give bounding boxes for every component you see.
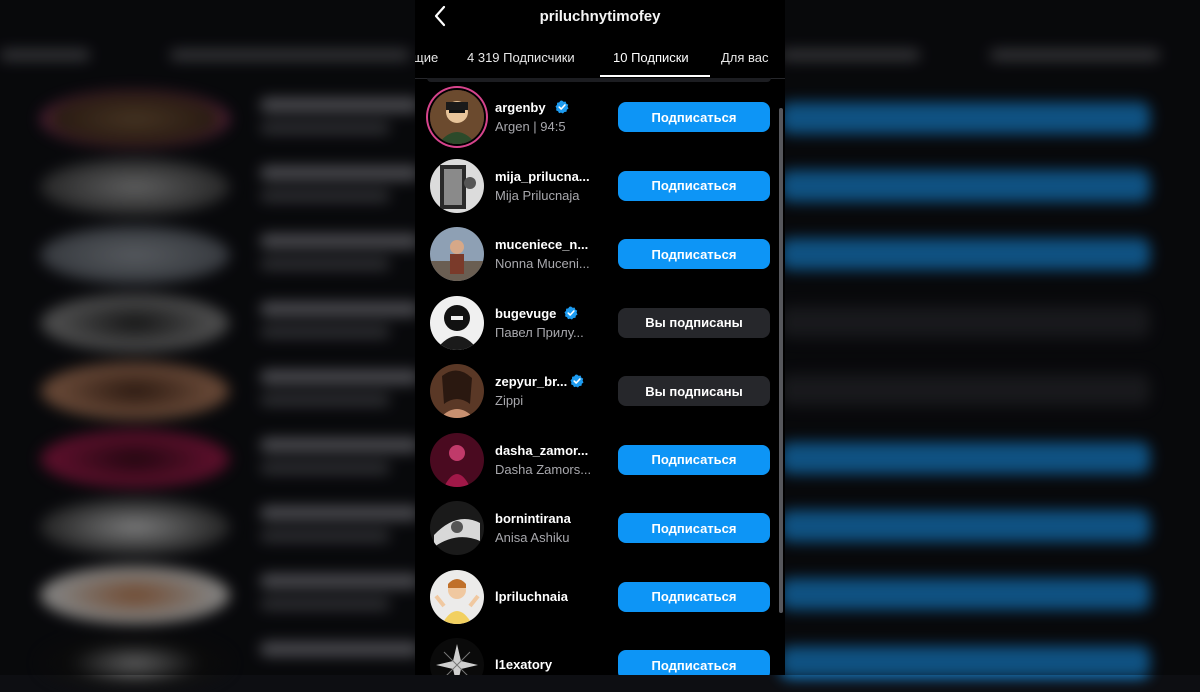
list-item[interactable]: lpriluchnaia Подписаться xyxy=(415,564,785,632)
username-label[interactable]: argenby xyxy=(495,100,546,115)
tab-for-you[interactable]: Для вас xyxy=(721,50,769,65)
follow-button[interactable]: Подписаться xyxy=(618,513,770,543)
follow-button[interactable]: Подписаться xyxy=(618,170,770,201)
following-button[interactable]: Вы подписаны xyxy=(618,376,770,406)
list-item[interactable]: argenby Argen | 94:5 Подписаться xyxy=(415,84,785,152)
username-label[interactable]: mija_prilucna... xyxy=(495,169,590,184)
username-label[interactable]: dasha_zamor... xyxy=(495,443,588,458)
follow-button[interactable]: Подписаться xyxy=(618,581,770,612)
search-bar-edge xyxy=(427,78,771,82)
avatar[interactable] xyxy=(430,295,484,350)
verified-badge-icon xyxy=(570,374,584,388)
left-dim xyxy=(0,0,415,675)
full-name-label: Anisa Ashiku xyxy=(495,530,570,545)
tab-mutual[interactable]: щие xyxy=(415,50,438,65)
right-dim xyxy=(785,0,1200,675)
avatar[interactable] xyxy=(430,432,484,487)
full-name-label: Nonna Muceni... xyxy=(495,256,590,271)
follow-button[interactable]: Подписаться xyxy=(618,444,770,475)
follow-button[interactable]: Подписаться xyxy=(618,239,770,269)
list-item[interactable]: zepyur_br... Zippi Вы подписаны xyxy=(415,358,785,426)
list-item[interactable]: bornintirana Anisa Ashiku Подписаться xyxy=(415,495,785,563)
username-label[interactable]: bornintirana xyxy=(495,511,571,526)
following-screen: priluchnytimofey щие 4 319 Подписчики 10… xyxy=(415,0,785,675)
active-tab-indicator xyxy=(600,75,710,77)
list-item[interactable]: mija_prilucna... Mija Prilucnaja Подписать… xyxy=(415,153,785,221)
follow-button[interactable]: Подписаться xyxy=(618,650,770,675)
username-label[interactable]: bugevuge xyxy=(495,306,556,321)
username-label[interactable]: muceniece_n... xyxy=(495,237,588,252)
avatar[interactable] xyxy=(430,501,484,555)
list-item[interactable]: muceniece_n... Nonna Muceni... Подписаться xyxy=(415,221,785,289)
follow-button[interactable]: Подписаться xyxy=(618,102,770,132)
following-button[interactable]: Вы подписаны xyxy=(618,307,770,338)
verified-badge-icon xyxy=(564,306,578,320)
avatar[interactable] xyxy=(430,638,484,675)
username-label[interactable]: zepyur_br... xyxy=(495,374,567,389)
verified-badge-icon xyxy=(555,100,569,114)
header-bar: priluchnytimofey xyxy=(415,0,785,34)
page-title: priluchnytimofey xyxy=(539,8,661,25)
avatar[interactable] xyxy=(430,158,484,213)
tab-following[interactable]: 10 Подписки xyxy=(613,50,689,65)
full-name-label: Mija Prilucnaja xyxy=(495,187,580,203)
list-item[interactable]: bugevuge Павел Прилу... Вы подписаны xyxy=(415,290,785,358)
full-name-label: Argen | 94:5 xyxy=(495,119,566,134)
full-name-label: Zippi xyxy=(495,393,524,408)
full-name-label: Dasha Zamors... xyxy=(495,461,592,477)
username-label[interactable]: lpriluchnaia xyxy=(495,589,568,604)
scrollbar[interactable] xyxy=(779,108,783,613)
avatar[interactable] xyxy=(430,364,484,418)
avatar[interactable] xyxy=(430,569,484,624)
avatar[interactable] xyxy=(430,227,484,281)
tab-bar: щие 4 319 Подписчики 10 Подписки Для вас xyxy=(415,40,785,79)
list-item[interactable]: dasha_zamor... Dasha Zamors... Подписаться xyxy=(415,427,785,495)
username-label[interactable]: l1exatory xyxy=(495,657,552,672)
full-name-label: Павел Прилу... xyxy=(495,324,584,340)
tab-followers[interactable]: 4 319 Подписчики xyxy=(467,50,575,65)
list-item[interactable]: l1exatory Подписаться xyxy=(415,632,785,675)
avatar[interactable] xyxy=(430,90,484,144)
